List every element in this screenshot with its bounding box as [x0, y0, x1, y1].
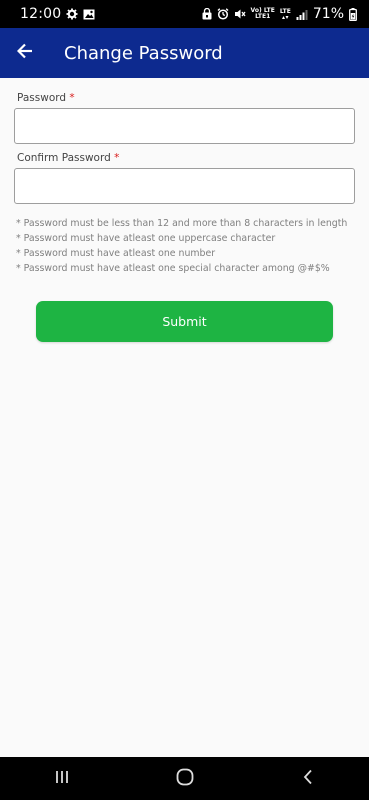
required-mark: * [114, 152, 120, 164]
confirm-password-label-text: Confirm Password [17, 152, 111, 164]
password-field-block: Password * [14, 90, 355, 144]
lock-notification-icon [202, 8, 212, 20]
image-icon [83, 9, 95, 20]
status-left: 12:00 [20, 6, 95, 22]
recent-apps-button[interactable] [32, 757, 92, 800]
rule-item: * Password must have atleast one upperca… [16, 233, 276, 244]
confirm-password-field-block: Confirm Password * [14, 150, 355, 204]
status-bar: 12:00 Vo) LTE LTE1 LTE 71% [0, 0, 369, 28]
app-bar: Change Password [0, 28, 369, 78]
password-input[interactable] [14, 108, 355, 144]
status-right: Vo) LTE LTE1 LTE 71% [202, 6, 357, 22]
rule-item: * Password must have atleast one special… [16, 263, 330, 274]
alarm-icon [217, 8, 229, 20]
password-label-text: Password [17, 92, 67, 104]
signal-icon [296, 9, 308, 20]
password-label: Password * [17, 90, 355, 106]
password-rules: * Password must be less than 12 and more… [16, 216, 361, 276]
network-label-bottom: LTE1 [255, 13, 271, 20]
confirm-password-label: Confirm Password * [17, 150, 355, 166]
battery-percentage: 71% [312, 6, 344, 22]
lte-label: LTE [280, 8, 291, 20]
system-nav-bar [0, 757, 369, 800]
rule-item: * Password must have atleast one number [16, 248, 216, 259]
battery-icon [349, 7, 357, 21]
home-icon [176, 768, 194, 790]
required-mark: * [69, 92, 75, 104]
back-button[interactable] [0, 28, 50, 78]
arrow-back-icon [16, 43, 33, 63]
page-title: Change Password [64, 42, 223, 64]
status-time: 12:00 [20, 6, 62, 22]
home-button[interactable] [155, 757, 215, 800]
volte-label: Vo) LTE LTE1 [251, 8, 275, 20]
confirm-password-input[interactable] [14, 168, 355, 204]
recent-apps-icon [54, 769, 70, 789]
submit-button[interactable]: Submit [36, 301, 333, 342]
back-icon [301, 769, 315, 789]
nav-back-button[interactable] [278, 757, 338, 800]
change-password-form: Password * Confirm Password * [14, 90, 355, 204]
mute-icon [234, 8, 246, 20]
rule-item: * Password must be less than 12 and more… [16, 218, 348, 229]
gear-icon [66, 8, 78, 20]
